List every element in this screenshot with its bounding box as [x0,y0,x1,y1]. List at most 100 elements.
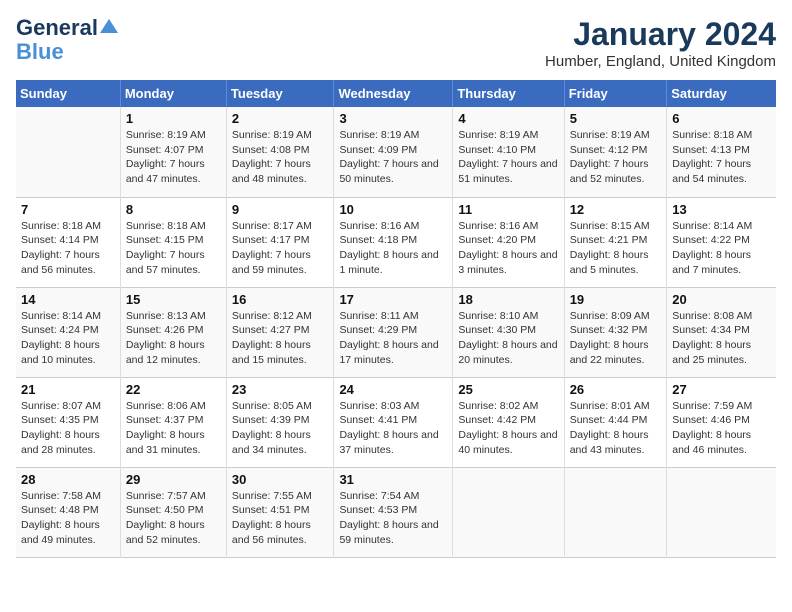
day-number: 19 [570,292,662,307]
header-wednesday: Wednesday [334,80,453,107]
day-info: Sunrise: 7:57 AM Sunset: 4:50 PM Dayligh… [126,489,221,548]
calendar-cell: 30Sunrise: 7:55 AM Sunset: 4:51 PM Dayli… [226,467,334,557]
calendar-cell: 20Sunrise: 8:08 AM Sunset: 4:34 PM Dayli… [667,287,776,377]
day-number: 24 [339,382,447,397]
calendar-cell: 5 Sunrise: 8:19 AM Sunset: 4:12 PM Daylig… [564,107,667,197]
day-number: 21 [21,382,115,397]
day-number: 22 [126,382,221,397]
header-monday: Monday [120,80,226,107]
day-info: Sunrise: 7:58 AM Sunset: 4:48 PM Dayligh… [21,489,115,548]
calendar-cell: 28 Sunrise: 7:58 AM Sunset: 4:48 PM Dayli… [16,467,120,557]
calendar-cell: 27 Sunrise: 7:59 AM Sunset: 4:46 PM Dayli… [667,377,776,467]
day-info: Sunrise: 8:12 AM Sunset: 4:27 PM Dayligh… [232,309,329,368]
day-info: Sunrise: 8:14 AM Sunset: 4:22 PM Dayligh… [672,219,771,278]
day-number: 3 [339,111,447,126]
day-info: Sunrise: 7:54 AM Sunset: 4:53 PM Dayligh… [339,489,447,548]
day-info: Sunrise: 8:19 AM Sunset: 4:10 PM Dayligh… [458,128,558,187]
month-title: January 2024 [545,16,776,53]
calendar-cell: 31Sunrise: 7:54 AM Sunset: 4:53 PM Dayli… [334,467,453,557]
calendar-cell: 15Sunrise: 8:13 AM Sunset: 4:26 PM Dayli… [120,287,226,377]
week-row-2: 7Sunrise: 8:18 AM Sunset: 4:14 PM Daylig… [16,197,776,287]
calendar-cell: 6Sunrise: 8:18 AM Sunset: 4:13 PM Daylig… [667,107,776,197]
day-info: Sunrise: 8:19 AM Sunset: 4:07 PM Dayligh… [126,128,221,187]
calendar-cell [16,107,120,197]
logo-text: General [16,16,98,40]
calendar-cell [667,467,776,557]
logo: General Blue [16,16,118,64]
calendar-cell: 17 Sunrise: 8:11 AM Sunset: 4:29 PM Dayli… [334,287,453,377]
day-number: 16 [232,292,329,307]
day-info: Sunrise: 7:59 AM Sunset: 4:46 PM Dayligh… [672,399,771,458]
day-number: 12 [570,202,662,217]
week-row-1: 1Sunrise: 8:19 AM Sunset: 4:07 PM Daylig… [16,107,776,197]
calendar-header-row: SundayMondayTuesdayWednesdayThursdayFrid… [16,80,776,107]
day-info: Sunrise: 8:16 AM Sunset: 4:20 PM Dayligh… [458,219,558,278]
day-info: Sunrise: 8:07 AM Sunset: 4:35 PM Dayligh… [21,399,115,458]
day-number: 28 [21,472,115,487]
calendar-cell: 1Sunrise: 8:19 AM Sunset: 4:07 PM Daylig… [120,107,226,197]
day-number: 29 [126,472,221,487]
day-number: 27 [672,382,771,397]
calendar-cell: 12Sunrise: 8:15 AM Sunset: 4:21 PM Dayli… [564,197,667,287]
day-number: 10 [339,202,447,217]
day-info: Sunrise: 8:05 AM Sunset: 4:39 PM Dayligh… [232,399,329,458]
header-sunday: Sunday [16,80,120,107]
day-number: 13 [672,202,771,217]
day-info: Sunrise: 8:18 AM Sunset: 4:14 PM Dayligh… [21,219,115,278]
day-number: 11 [458,202,558,217]
day-info: Sunrise: 7:55 AM Sunset: 4:51 PM Dayligh… [232,489,329,548]
day-number: 9 [232,202,329,217]
day-info: Sunrise: 8:06 AM Sunset: 4:37 PM Dayligh… [126,399,221,458]
day-number: 20 [672,292,771,307]
day-number: 4 [458,111,558,126]
header-thursday: Thursday [453,80,564,107]
day-number: 25 [458,382,558,397]
day-info: Sunrise: 8:19 AM Sunset: 4:08 PM Dayligh… [232,128,329,187]
page-header: General Blue January 2024 Humber, Englan… [16,16,776,70]
calendar-cell: 2 Sunrise: 8:19 AM Sunset: 4:08 PM Daylig… [226,107,334,197]
location: Humber, England, United Kingdom [545,53,776,70]
calendar-cell: 13 Sunrise: 8:14 AM Sunset: 4:22 PM Dayli… [667,197,776,287]
calendar-cell: 26 Sunrise: 8:01 AM Sunset: 4:44 PM Dayli… [564,377,667,467]
day-info: Sunrise: 8:11 AM Sunset: 4:29 PM Dayligh… [339,309,447,368]
day-number: 2 [232,111,329,126]
logo-icon [100,17,118,35]
day-number: 6 [672,111,771,126]
day-number: 5 [570,111,662,126]
calendar-cell: 25 Sunrise: 8:02 AM Sunset: 4:42 PM Dayli… [453,377,564,467]
day-info: Sunrise: 8:10 AM Sunset: 4:30 PM Dayligh… [458,309,558,368]
day-number: 18 [458,292,558,307]
logo-blue-text: Blue [16,40,64,64]
calendar-cell: 3Sunrise: 8:19 AM Sunset: 4:09 PM Daylig… [334,107,453,197]
day-number: 14 [21,292,115,307]
day-info: Sunrise: 8:01 AM Sunset: 4:44 PM Dayligh… [570,399,662,458]
calendar-cell: 18 Sunrise: 8:10 AM Sunset: 4:30 PM Dayli… [453,287,564,377]
day-info: Sunrise: 8:16 AM Sunset: 4:18 PM Dayligh… [339,219,447,278]
week-row-5: 28 Sunrise: 7:58 AM Sunset: 4:48 PM Dayli… [16,467,776,557]
week-row-3: 14 Sunrise: 8:14 AM Sunset: 4:24 PM Dayli… [16,287,776,377]
day-info: Sunrise: 8:09 AM Sunset: 4:32 PM Dayligh… [570,309,662,368]
day-info: Sunrise: 8:18 AM Sunset: 4:15 PM Dayligh… [126,219,221,278]
calendar-table: SundayMondayTuesdayWednesdayThursdayFrid… [16,80,776,558]
day-number: 26 [570,382,662,397]
header-friday: Friday [564,80,667,107]
title-area: January 2024 Humber, England, United Kin… [545,16,776,70]
calendar-cell: 16 Sunrise: 8:12 AM Sunset: 4:27 PM Dayli… [226,287,334,377]
day-number: 8 [126,202,221,217]
day-info: Sunrise: 8:13 AM Sunset: 4:26 PM Dayligh… [126,309,221,368]
calendar-cell [453,467,564,557]
day-info: Sunrise: 8:02 AM Sunset: 4:42 PM Dayligh… [458,399,558,458]
header-tuesday: Tuesday [226,80,334,107]
day-info: Sunrise: 8:14 AM Sunset: 4:24 PM Dayligh… [21,309,115,368]
calendar-cell: 4 Sunrise: 8:19 AM Sunset: 4:10 PM Daylig… [453,107,564,197]
day-number: 17 [339,292,447,307]
calendar-cell: 7Sunrise: 8:18 AM Sunset: 4:14 PM Daylig… [16,197,120,287]
calendar-cell: 29 Sunrise: 7:57 AM Sunset: 4:50 PM Dayli… [120,467,226,557]
calendar-cell: 9Sunrise: 8:17 AM Sunset: 4:17 PM Daylig… [226,197,334,287]
day-info: Sunrise: 8:19 AM Sunset: 4:12 PM Dayligh… [570,128,662,187]
calendar-cell: 8 Sunrise: 8:18 AM Sunset: 4:15 PM Daylig… [120,197,226,287]
calendar-cell: 24Sunrise: 8:03 AM Sunset: 4:41 PM Dayli… [334,377,453,467]
calendar-cell [564,467,667,557]
calendar-cell: 19 Sunrise: 8:09 AM Sunset: 4:32 PM Dayli… [564,287,667,377]
week-row-4: 21 Sunrise: 8:07 AM Sunset: 4:35 PM Dayli… [16,377,776,467]
